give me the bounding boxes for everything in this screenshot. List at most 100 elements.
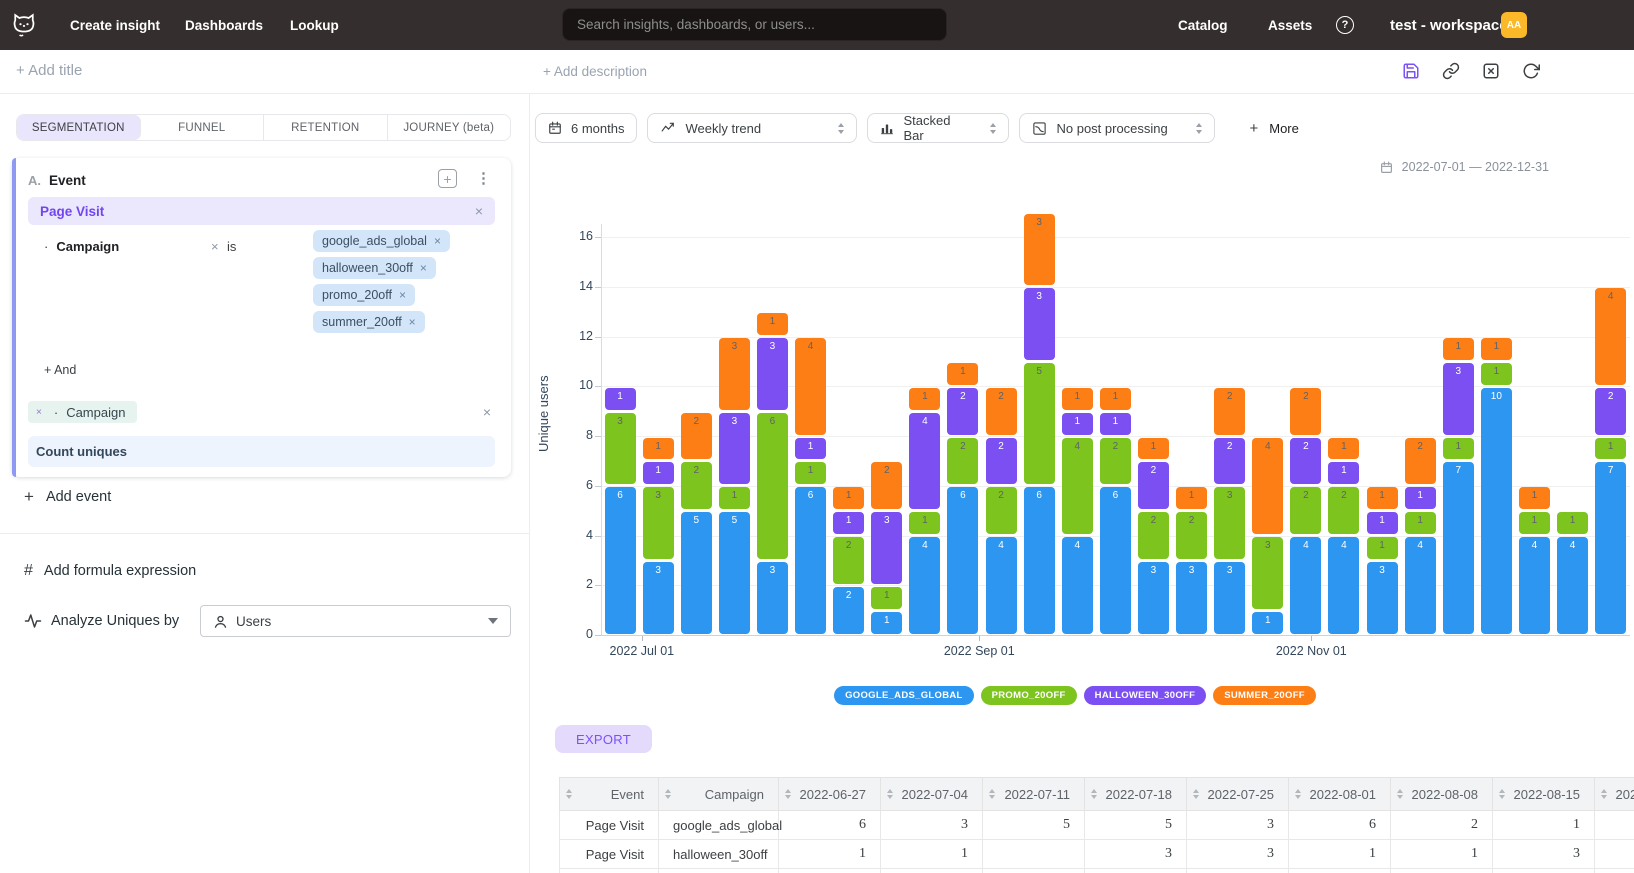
bar-segment-halloween_30off[interactable]: 2 xyxy=(1138,462,1169,509)
bar-segment-summer_20off[interactable]: 2 xyxy=(1405,438,1436,485)
bar-segment-summer_20off[interactable]: 4 xyxy=(1252,438,1283,535)
bar-segment-promo_20off[interactable]: 6 xyxy=(757,413,788,559)
bar-segment-google_ads_global[interactable]: 3 xyxy=(757,562,788,634)
sort-icon[interactable] xyxy=(1193,789,1199,799)
tab-retention[interactable]: RETENTION xyxy=(264,115,388,140)
column-header-2022-07-25[interactable]: 2022-07-25 xyxy=(1187,778,1289,811)
bar-segment-halloween_30off[interactable]: 2 xyxy=(986,438,1017,485)
bar-segment-halloween_30off[interactable]: 1 xyxy=(1100,413,1131,435)
bar-segment-summer_20off[interactable]: 1 xyxy=(1062,388,1093,410)
bar-segment-google_ads_global[interactable]: 2 xyxy=(833,587,864,634)
bar-segment-halloween_30off[interactable]: 3 xyxy=(719,413,750,485)
remove-value-icon[interactable]: × xyxy=(409,315,416,329)
aggregation-selector[interactable]: Count uniques xyxy=(28,436,495,467)
bar-segment-summer_20off[interactable]: 2 xyxy=(986,388,1017,435)
filter-property[interactable]: · Campaign xyxy=(44,239,119,254)
bar-segment-promo_20off[interactable]: 2 xyxy=(1138,512,1169,559)
sort-icon[interactable] xyxy=(1295,789,1301,799)
breakdown-pill[interactable]: × · Campaign xyxy=(28,401,137,423)
bar-segment-promo_20off[interactable]: 1 xyxy=(795,462,826,484)
bar-segment-google_ads_global[interactable]: 7 xyxy=(1443,462,1474,633)
bar-segment-promo_20off[interactable]: 1 xyxy=(1405,512,1436,534)
tab-funnel[interactable]: FUNNEL xyxy=(141,115,265,140)
bar-segment-halloween_30off[interactable]: 1 xyxy=(1405,487,1436,509)
sort-icon[interactable] xyxy=(566,789,572,799)
bar-segment-summer_20off[interactable]: 1 xyxy=(643,438,674,460)
bar-segment-promo_20off[interactable]: 3 xyxy=(1214,487,1245,559)
column-header-2022-07-04[interactable]: 2022-07-04 xyxy=(881,778,983,811)
bar-segment-google_ads_global[interactable]: 6 xyxy=(1024,487,1055,633)
tab-journey-beta[interactable]: JOURNEY (beta) xyxy=(388,115,511,140)
bar-segment-halloween_30off[interactable]: 1 xyxy=(795,438,826,460)
bar-segment-summer_20off[interactable]: 1 xyxy=(1443,338,1474,360)
bar-segment-promo_20off[interactable]: 2 xyxy=(986,487,1017,534)
remove-filter-icon[interactable]: × xyxy=(211,239,219,254)
refresh-icon[interactable] xyxy=(1522,62,1540,80)
bar-segment-google_ads_global[interactable]: 4 xyxy=(986,537,1017,634)
bar-segment-promo_20off[interactable]: 2 xyxy=(681,462,712,509)
bar-segment-summer_20off[interactable]: 1 xyxy=(1138,438,1169,460)
nav-lookup[interactable]: Lookup xyxy=(290,0,339,50)
column-header-campaign[interactable]: Campaign xyxy=(659,778,779,811)
filter-value-pill[interactable]: promo_20off× xyxy=(313,284,415,306)
column-header-2022-08-22[interactable]: 2022-08-22 xyxy=(1595,778,1634,811)
sort-icon[interactable] xyxy=(1601,789,1607,799)
bar-segment-halloween_30off[interactable]: 3 xyxy=(1443,363,1474,435)
legend-item-promo_20off[interactable]: PROMO_20OFF xyxy=(981,686,1077,705)
bar-segment-google_ads_global[interactable]: 5 xyxy=(681,512,712,633)
column-header-2022-08-15[interactable]: 2022-08-15 xyxy=(1493,778,1595,811)
column-header-2022-07-11[interactable]: 2022-07-11 xyxy=(983,778,1085,811)
bar-segment-summer_20off[interactable]: 2 xyxy=(871,462,902,509)
filter-value-pill[interactable]: halloween_30off× xyxy=(313,257,436,279)
bar-segment-promo_20off[interactable]: 1 xyxy=(1595,438,1626,460)
bar-segment-halloween_30off[interactable]: 2 xyxy=(1214,438,1245,485)
clear-icon[interactable] xyxy=(1482,62,1500,80)
bar-segment-halloween_30off[interactable]: 2 xyxy=(947,388,978,435)
bar-segment-google_ads_global[interactable]: 6 xyxy=(947,487,978,633)
bar-segment-summer_20off[interactable]: 2 xyxy=(681,413,712,460)
sort-icon[interactable] xyxy=(989,789,995,799)
bar-segment-promo_20off[interactable]: 1 xyxy=(1367,537,1398,559)
event-selector[interactable]: Page Visit × xyxy=(28,197,495,225)
bar-segment-summer_20off[interactable]: 4 xyxy=(1595,288,1626,385)
event-menu-icon[interactable]: ⋮ xyxy=(476,169,491,187)
nav-dashboards[interactable]: Dashboards xyxy=(185,0,263,50)
bar-segment-summer_20off[interactable]: 1 xyxy=(947,363,978,385)
sort-icon[interactable] xyxy=(665,789,671,799)
remove-value-icon[interactable]: × xyxy=(399,288,406,302)
bar-segment-promo_20off[interactable]: 1 xyxy=(1557,512,1588,534)
app-logo[interactable] xyxy=(8,9,40,41)
legend-item-halloween_30off[interactable]: HALLOWEEN_30OFF xyxy=(1084,686,1207,705)
remove-value-icon[interactable]: × xyxy=(420,261,427,275)
bar-segment-summer_20off[interactable]: 2 xyxy=(1214,388,1245,435)
bar-segment-promo_20off[interactable]: 4 xyxy=(1062,438,1093,535)
add-description-field[interactable]: + Add description xyxy=(543,64,647,79)
add-and-condition[interactable]: + And xyxy=(44,363,76,377)
bar-segment-halloween_30off[interactable]: 3 xyxy=(757,338,788,410)
bar-segment-promo_20off[interactable]: 3 xyxy=(643,487,674,559)
bar-segment-summer_20off[interactable]: 1 xyxy=(1328,438,1359,460)
bar-segment-summer_20off[interactable]: 1 xyxy=(1519,487,1550,509)
sort-icon[interactable] xyxy=(1499,789,1505,799)
bar-segment-google_ads_global[interactable]: 4 xyxy=(1557,537,1588,634)
bar-segment-summer_20off[interactable]: 1 xyxy=(1367,487,1398,509)
bar-segment-summer_20off[interactable]: 1 xyxy=(1481,338,1512,360)
nav-assets[interactable]: Assets xyxy=(1268,0,1312,50)
bar-segment-promo_20off[interactable]: 2 xyxy=(1328,487,1359,534)
bar-segment-google_ads_global[interactable]: 4 xyxy=(1062,537,1093,634)
sort-icon[interactable] xyxy=(785,789,791,799)
add-filter-button[interactable]: + xyxy=(438,169,457,188)
filter-operator[interactable]: is xyxy=(227,239,236,254)
column-header-2022-08-01[interactable]: 2022-08-01 xyxy=(1289,778,1391,811)
avatar[interactable]: AA xyxy=(1501,12,1527,38)
remove-breakdown-icon[interactable]: × xyxy=(36,407,42,418)
bar-segment-promo_20off[interactable]: 2 xyxy=(833,537,864,584)
column-header-event[interactable]: Event xyxy=(560,778,659,811)
copy-link-icon[interactable] xyxy=(1442,62,1460,80)
bar-segment-summer_20off[interactable]: 4 xyxy=(795,338,826,435)
sort-icon[interactable] xyxy=(887,789,893,799)
bar-segment-google_ads_global[interactable]: 3 xyxy=(1367,562,1398,634)
bar-segment-summer_20off[interactable]: 1 xyxy=(1100,388,1131,410)
nav-create-insight[interactable]: Create insight xyxy=(70,0,160,50)
column-header-2022-06-27[interactable]: 2022-06-27 xyxy=(779,778,881,811)
